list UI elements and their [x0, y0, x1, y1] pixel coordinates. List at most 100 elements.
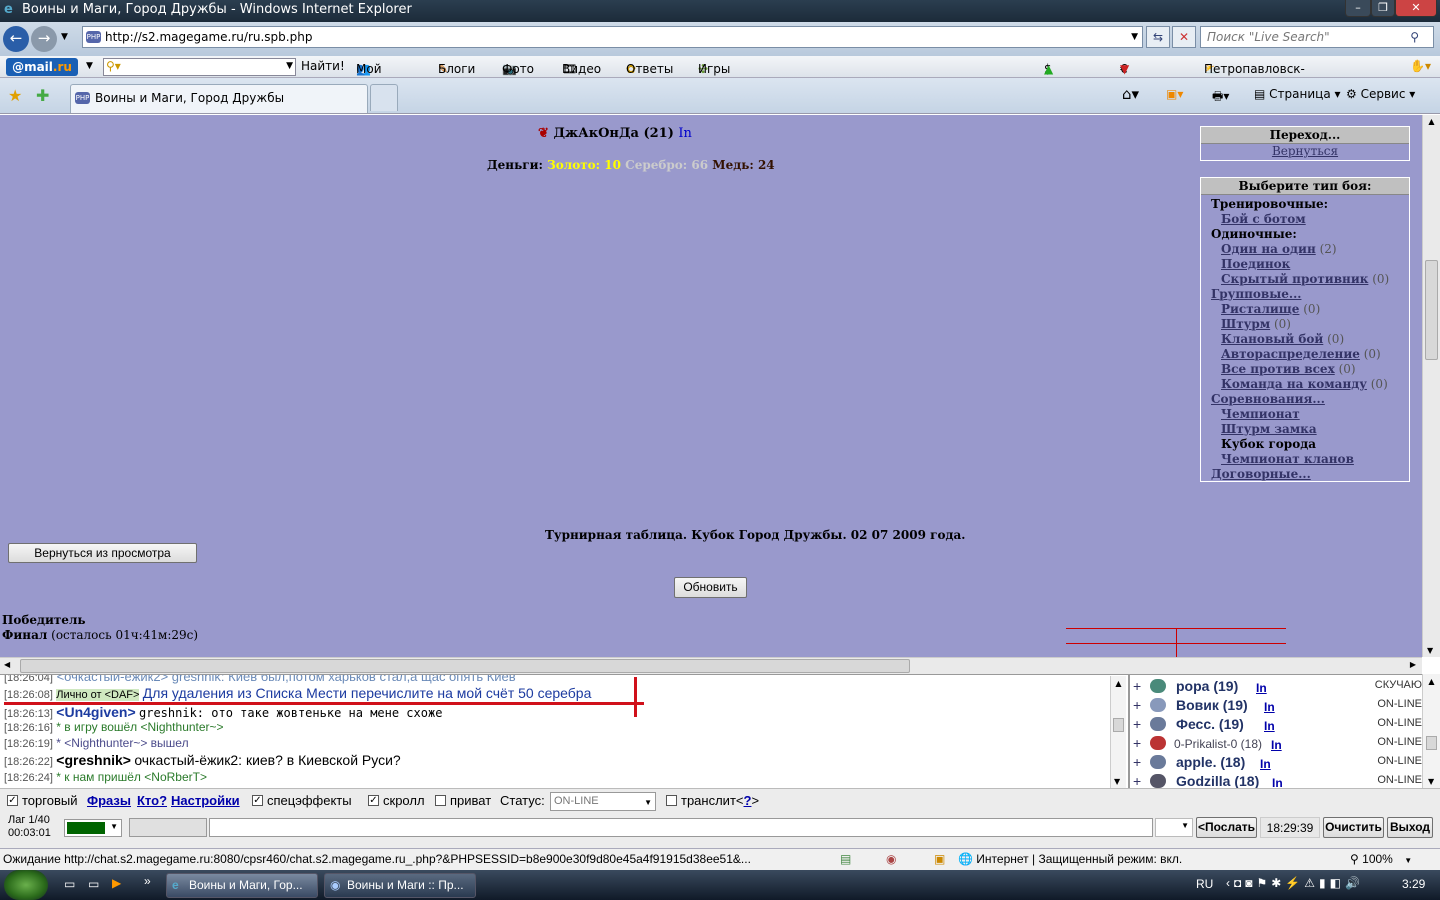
taskbar-ie-window[interactable]: e Воины и Маги, Гор...: [166, 873, 318, 898]
quicklaunch-icon[interactable]: ▭: [88, 877, 99, 891]
toolbar-search-input[interactable]: ⚲▾ ▼: [103, 58, 296, 76]
private-checkbox[interactable]: [435, 795, 446, 806]
auto-link[interactable]: Автораспределение: [1221, 347, 1360, 361]
contract-link[interactable]: Договорные...: [1211, 467, 1311, 481]
who-link[interactable]: Кто?: [137, 793, 167, 808]
user-info-link[interactable]: In: [1272, 776, 1283, 788]
ristalishe-link[interactable]: Ристалище: [1221, 302, 1299, 316]
goto-back-link[interactable]: Вернуться: [1201, 144, 1409, 158]
user-row[interactable]: + рора (19) In СКУЧАЮ: [1130, 677, 1422, 696]
castle-storm-link[interactable]: Штурм замка: [1221, 422, 1317, 436]
history-dropdown-icon[interactable]: ▼: [61, 32, 68, 42]
translit-checkbox[interactable]: [666, 795, 677, 806]
user-row[interactable]: + 0-Prikalist-0 (18) In ON-LINE: [1130, 734, 1422, 753]
scroll-down-icon[interactable]: ▼: [1427, 646, 1433, 655]
back-from-view-button[interactable]: Вернуться из просмотра: [8, 543, 197, 563]
tab-current[interactable]: PHP Воины и Маги, Город Дружбы: [70, 84, 368, 113]
scroll-left-icon[interactable]: ◀: [4, 660, 10, 669]
clock[interactable]: 3:29: [1402, 877, 1425, 891]
smiles-dropdown-icon[interactable]: ▼: [1181, 821, 1189, 830]
page-menu[interactable]: ▤ Страница ▾: [1254, 87, 1341, 101]
address-dropdown-icon[interactable]: ▼: [1131, 27, 1138, 47]
user-name[interactable]: Godzilla (18): [1176, 773, 1259, 788]
smiles-select[interactable]: ▼: [1155, 818, 1193, 837]
player-info-link[interactable]: In: [678, 126, 692, 141]
user-name[interactable]: apple. (18): [1176, 754, 1245, 770]
scroll-thumb[interactable]: [1425, 260, 1438, 360]
status-select[interactable]: ON-LINE ▼: [550, 792, 656, 811]
add-user-icon[interactable]: +: [1133, 697, 1141, 713]
group-link[interactable]: Групповые...: [1211, 287, 1301, 301]
user-info-link[interactable]: In: [1256, 681, 1267, 695]
send-button[interactable]: <Послать: [1196, 817, 1257, 838]
chat-scrollbar[interactable]: ▲ ▼: [1110, 676, 1126, 788]
mailru-dropdown-icon[interactable]: ▼: [86, 61, 93, 71]
close-button[interactable]: ✕: [1395, 0, 1437, 17]
clear-button[interactable]: Очистить: [1323, 817, 1384, 838]
refresh-button[interactable]: Обновить: [674, 577, 747, 598]
user-name[interactable]: Фесс. (19): [1176, 716, 1244, 732]
taskbar-chat-window[interactable]: ◉ Воины и Маги :: Пр...: [324, 873, 476, 898]
find-button[interactable]: Найти!: [301, 59, 345, 73]
tray-icons[interactable]: ‹◘◙⚑✱⚡⚠▮◧🔊: [1226, 876, 1364, 890]
clan-battle-link[interactable]: Клановый бой: [1221, 332, 1323, 346]
mailru-logo[interactable]: @mail.ru: [6, 58, 78, 76]
search-icon[interactable]: ⚲: [1410, 27, 1419, 47]
all-vs-all-link[interactable]: Все против всех: [1221, 362, 1335, 376]
page-vertical-scrollbar[interactable]: ▲ ▼: [1422, 115, 1440, 657]
toolbar-options-icon[interactable]: ✋▾: [1410, 59, 1431, 73]
chat-nick[interactable]: <greshnik>: [56, 752, 131, 768]
page-horizontal-scrollbar[interactable]: ◀ ▶: [0, 657, 1422, 674]
user-name[interactable]: Вовик (19): [1176, 697, 1248, 713]
user-name[interactable]: 0-Prikalist-0 (18): [1174, 737, 1262, 751]
home-icon[interactable]: ⌂▾: [1122, 85, 1139, 103]
add-user-icon[interactable]: +: [1133, 716, 1141, 732]
start-button[interactable]: [4, 870, 48, 900]
add-user-icon[interactable]: +: [1133, 678, 1141, 694]
exit-button[interactable]: Выход: [1387, 817, 1433, 838]
user-info-link[interactable]: In: [1264, 700, 1275, 714]
users-scrollbar[interactable]: ▲ ▼: [1422, 674, 1440, 788]
phrases-link[interactable]: Фразы: [87, 793, 131, 808]
storm-link[interactable]: Штурм: [1221, 317, 1270, 331]
popup-blocked-icon[interactable]: ▣: [934, 849, 945, 870]
hscroll-thumb[interactable]: [20, 659, 910, 673]
user-row[interactable]: + Фесс. (19) In ON-LINE: [1130, 715, 1422, 734]
status-dropdown-icon[interactable]: ▼: [644, 794, 652, 811]
chat-scroll-up-icon[interactable]: ▲: [1111, 679, 1126, 688]
user-info-link[interactable]: In: [1264, 719, 1275, 733]
settings-link[interactable]: Настройки: [171, 793, 240, 808]
message-input[interactable]: [209, 818, 1153, 837]
privacy-icon[interactable]: ◉: [886, 849, 896, 870]
back-button[interactable]: ←: [3, 26, 29, 52]
live-search-input[interactable]: Поиск "Live Search" ⚲: [1200, 26, 1434, 48]
color-dropdown-icon[interactable]: ▼: [110, 822, 118, 831]
user-info-link[interactable]: In: [1271, 738, 1282, 752]
competitions-link[interactable]: Соревнования...: [1211, 392, 1325, 406]
user-info-link[interactable]: In: [1260, 757, 1271, 771]
color-select[interactable]: ▼: [64, 819, 122, 837]
add-favorites-icon[interactable]: ✚: [36, 86, 49, 105]
duel-link[interactable]: Поединок: [1221, 257, 1290, 271]
one-on-one-link[interactable]: Один на один: [1221, 242, 1316, 256]
chat-scroll-thumb[interactable]: [1113, 718, 1124, 732]
refresh-icon[interactable]: ⇆: [1146, 26, 1170, 48]
user-name[interactable]: рора (19): [1176, 678, 1238, 694]
new-tab-button[interactable]: [370, 84, 398, 111]
add-user-icon[interactable]: +: [1133, 754, 1141, 770]
language-indicator[interactable]: RU: [1196, 877, 1213, 891]
scroll-right-icon[interactable]: ▶: [1410, 660, 1416, 669]
print-icon[interactable]: 🖶▾: [1212, 87, 1229, 108]
feeds-icon[interactable]: ▣▾: [1166, 87, 1183, 101]
trade-checkbox[interactable]: ✓: [7, 795, 18, 806]
hidden-opponent-link[interactable]: Скрытый противник: [1221, 272, 1368, 286]
toolbar-search-dropdown-icon[interactable]: ▼: [286, 61, 293, 71]
zoom-control[interactable]: ⚲ 100% ▼: [1350, 849, 1412, 871]
internet-zone[interactable]: 🌐 Интернет | Защищенный режим: вкл.: [958, 849, 1182, 870]
add-user-icon[interactable]: +: [1133, 735, 1141, 751]
clan-championship-link[interactable]: Чемпионат кланов: [1221, 452, 1354, 466]
address-bar[interactable]: PHP http://s2.magegame.ru/ru.spb.php ▼: [82, 26, 1143, 48]
users-scroll-up-icon[interactable]: ▲: [1423, 677, 1440, 686]
recipient-field[interactable]: [129, 818, 207, 837]
championship-link[interactable]: Чемпионат: [1221, 407, 1300, 421]
